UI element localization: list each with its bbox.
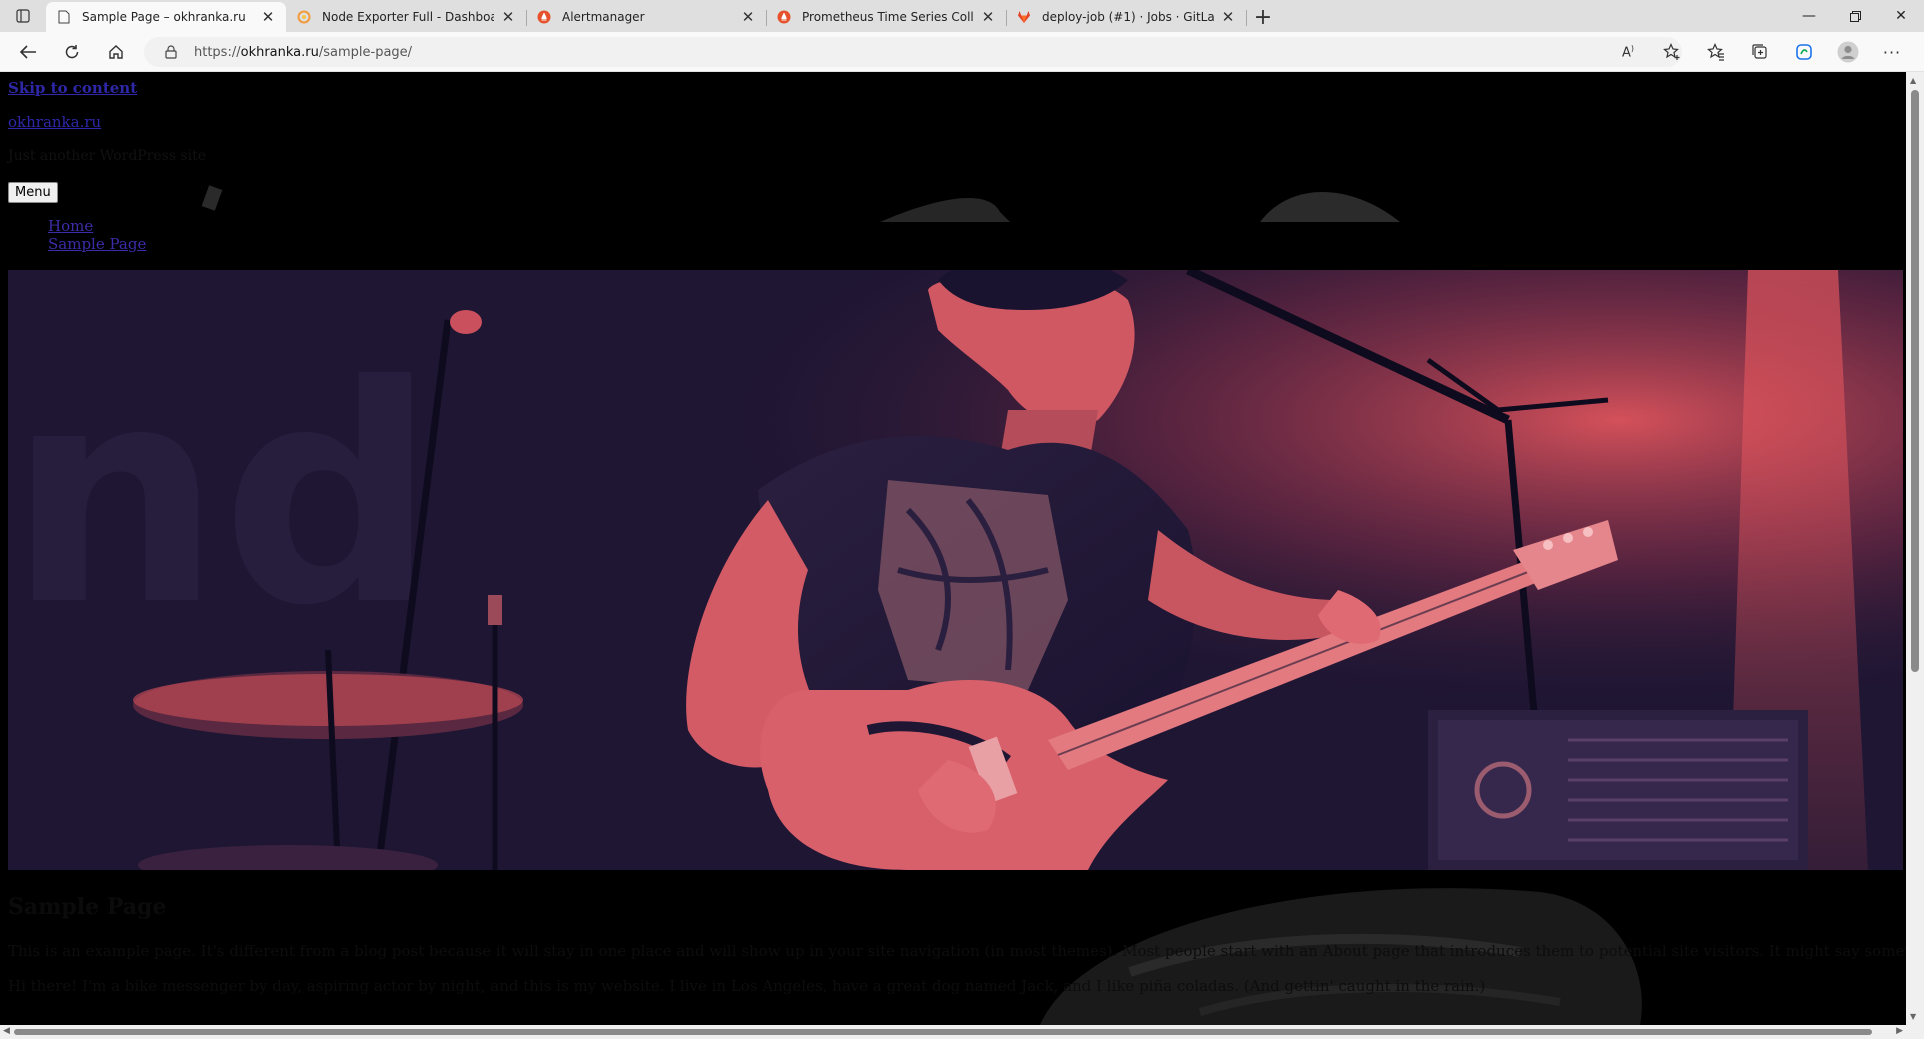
scroll-left-icon[interactable]: ◀ xyxy=(3,1026,10,1036)
nav-item-sample-page: Sample Page xyxy=(48,235,146,253)
read-aloud-icon: A) xyxy=(1621,43,1635,61)
page-title: Sample Page xyxy=(8,894,167,920)
collections-icon xyxy=(1752,44,1767,59)
plus-icon: + xyxy=(1253,4,1273,30)
read-aloud-button[interactable]: A) xyxy=(1606,36,1650,68)
skip-to-content-link[interactable]: Skip to content xyxy=(8,79,137,97)
horizontal-scrollbar[interactable]: ◀ ▶ xyxy=(0,1025,1906,1039)
star-add-icon xyxy=(1663,43,1680,60)
scroll-up-icon[interactable]: ▲ xyxy=(1910,76,1916,85)
tab-close-icon[interactable]: ✕ xyxy=(738,7,758,27)
new-tab-button[interactable]: + xyxy=(1246,2,1280,32)
add-favorite-button[interactable] xyxy=(1650,36,1694,68)
favorites-icon xyxy=(1707,43,1724,61)
tab-close-icon[interactable]: ✕ xyxy=(978,7,998,27)
tab-prometheus[interactable]: Prometheus Time Series Collection ✕ xyxy=(766,2,1007,32)
more-icon: ··· xyxy=(1882,42,1902,62)
scrollbar-thumb[interactable] xyxy=(1911,90,1919,672)
tab-title: deploy-job (#1) · Jobs · GitLab Inc xyxy=(1042,10,1214,24)
minimize-icon: — xyxy=(1802,8,1816,24)
browser-toolbar: https://okhranka.ru/sample-page/ A) ··· xyxy=(0,32,1924,72)
settings-more-button[interactable]: ··· xyxy=(1870,36,1914,68)
scrollbar-corner xyxy=(1906,1025,1924,1039)
window-controls: — ✕ xyxy=(1786,0,1924,32)
copilot-icon xyxy=(1796,44,1812,60)
gitlab-icon xyxy=(1016,9,1032,25)
tab-node-exporter[interactable]: Node Exporter Full - Dashboards ✕ xyxy=(286,2,527,32)
tab-actions-icon xyxy=(16,9,30,23)
back-arrow-icon xyxy=(19,44,36,59)
restore-button[interactable] xyxy=(1832,0,1878,32)
tab-actions-button[interactable] xyxy=(0,0,46,32)
home-icon xyxy=(109,44,123,59)
scroll-down-icon[interactable]: ▼ xyxy=(1910,1012,1916,1021)
home-button[interactable] xyxy=(96,36,136,68)
back-button[interactable] xyxy=(8,36,48,68)
vertical-scrollbar[interactable]: ▲ ▼ xyxy=(1906,72,1924,1025)
site-tagline: Just another WordPress site xyxy=(8,148,207,164)
menu-button[interactable]: Menu xyxy=(8,182,58,203)
tab-title: Node Exporter Full - Dashboards xyxy=(322,10,494,24)
tab-title: Sample Page – okhranka.ru xyxy=(82,10,246,24)
lock-icon[interactable] xyxy=(154,45,188,59)
page-viewport: Skip to content okhranka.ru Just another… xyxy=(0,72,1906,1025)
refresh-button[interactable] xyxy=(52,36,92,68)
tab-close-icon[interactable]: ✕ xyxy=(1218,7,1238,27)
close-icon: ✕ xyxy=(1895,8,1907,24)
grafana-icon xyxy=(296,9,312,25)
prometheus-icon xyxy=(776,9,792,25)
favorites-button[interactable] xyxy=(1694,36,1738,68)
nav-item-home: Home xyxy=(48,217,146,235)
collections-button[interactable] xyxy=(1738,36,1782,68)
tab-sample-page[interactable]: Sample Page – okhranka.ru ✕ xyxy=(46,2,286,32)
page-paragraph: Hi there! I'm a bike messenger by day, a… xyxy=(8,977,1486,995)
minimize-button[interactable]: — xyxy=(1786,0,1832,32)
tab-alertmanager[interactable]: Alertmanager ✕ xyxy=(526,2,767,32)
tab-title: Alertmanager xyxy=(562,10,645,24)
tab-strip: Sample Page – okhranka.ru ✕ Node Exporte… xyxy=(0,0,1924,32)
close-window-button[interactable]: ✕ xyxy=(1878,0,1924,32)
avatar-icon xyxy=(1837,41,1859,63)
tab-gitlab-job[interactable]: deploy-job (#1) · Jobs · GitLab Inc ✕ xyxy=(1006,2,1247,32)
primary-nav: Home Sample Page xyxy=(48,217,146,253)
refresh-icon xyxy=(65,44,79,58)
url-text[interactable]: https://okhranka.ru/sample-page/ xyxy=(194,45,412,60)
address-bar[interactable]: https://okhranka.ru/sample-page/ xyxy=(144,37,1682,67)
restore-icon xyxy=(1849,10,1861,22)
page-icon xyxy=(56,9,72,25)
tab-close-icon[interactable]: ✕ xyxy=(498,7,518,27)
scroll-right-icon[interactable]: ▶ xyxy=(1896,1026,1903,1036)
edge-copilot-button[interactable] xyxy=(1782,36,1826,68)
hero-image: nd xyxy=(8,270,1903,870)
tab-title: Prometheus Time Series Collection xyxy=(802,10,974,24)
profile-button[interactable] xyxy=(1826,36,1870,68)
toolbar-actions: A) ··· xyxy=(1606,36,1914,68)
site-title-link[interactable]: okhranka.ru xyxy=(8,113,101,131)
svg-text:nd: nd xyxy=(8,322,436,671)
page-paragraph: This is an example page. It's different … xyxy=(8,942,1906,960)
prometheus-icon xyxy=(536,9,552,25)
scrollbar-thumb[interactable] xyxy=(14,1029,1872,1035)
nav-link-sample-page[interactable]: Sample Page xyxy=(48,235,146,253)
nav-link-home[interactable]: Home xyxy=(48,217,93,235)
tab-close-icon[interactable]: ✕ xyxy=(258,7,278,27)
